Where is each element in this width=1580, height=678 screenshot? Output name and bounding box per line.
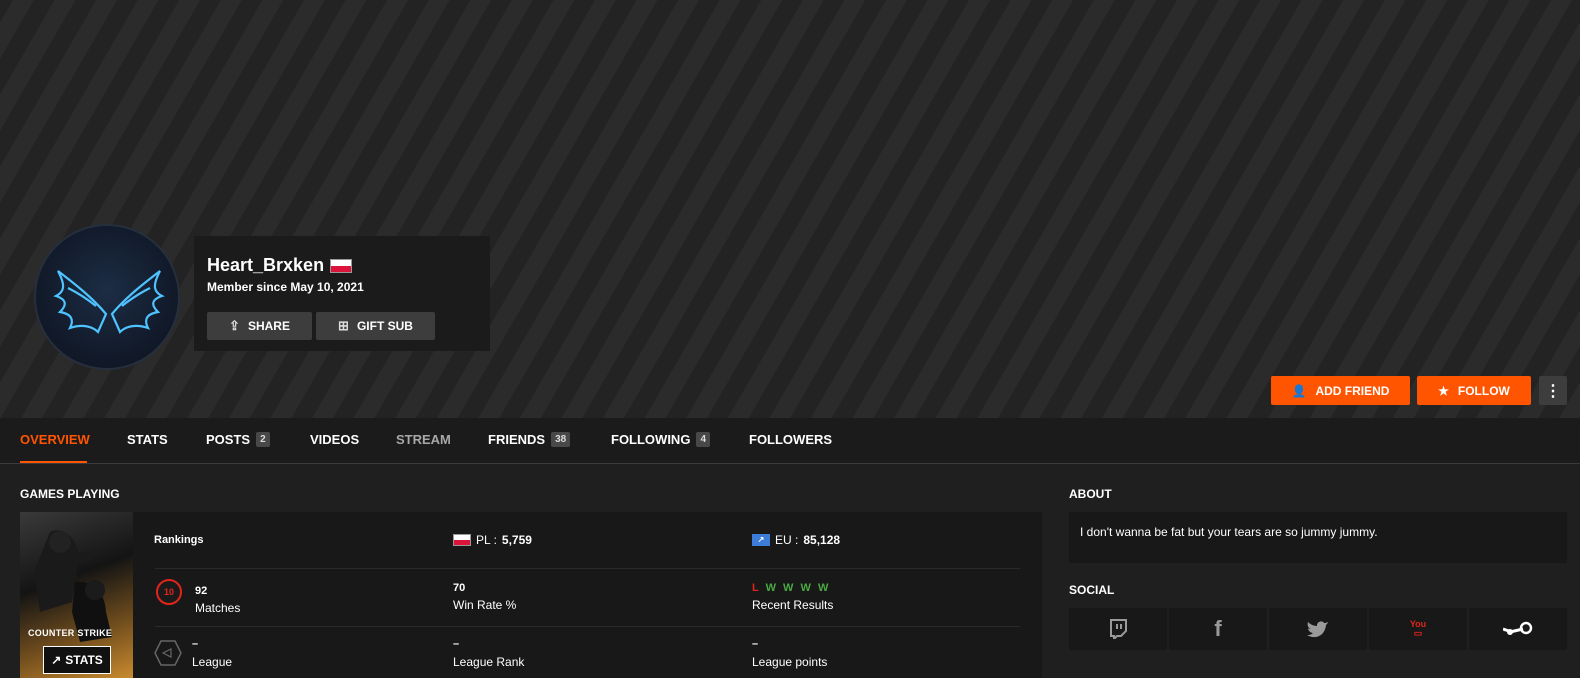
recent-results-label: Recent Results <box>752 598 834 612</box>
matches-value: 92 <box>195 585 208 597</box>
member-since: Member since May 10, 2021 <box>207 280 364 294</box>
social-title: SOCIAL <box>1069 583 1115 597</box>
region-label: PL : <box>476 533 497 547</box>
steam-icon <box>1503 621 1533 635</box>
share-button[interactable]: ⇪ SHARE <box>207 312 312 340</box>
username: Heart_Brxken <box>207 255 325 275</box>
tab-overview[interactable]: OVERVIEW <box>20 432 90 447</box>
social-links: f You ▭ <box>1069 608 1567 650</box>
follow-button[interactable]: ★ FOLLOW <box>1417 376 1531 405</box>
game-cover[interactable]: COUNTER STRIKE ↗ STATS <box>20 512 133 678</box>
chart-icon: ↗ <box>51 653 62 667</box>
league-points-label: League points <box>752 655 828 669</box>
about-text: I don't wanna be fat but your tears are … <box>1080 525 1378 539</box>
poland-flag-icon <box>453 534 471 546</box>
skill-level-value: 10 <box>163 587 174 597</box>
steam-link[interactable] <box>1469 608 1567 650</box>
profile-tabs: OVERVIEW STATS POSTS 2 VIDEOS STREAM FRI… <box>0 418 1580 464</box>
twitter-link[interactable] <box>1269 608 1369 650</box>
country-ranking[interactable]: PL : 5,759 <box>453 533 532 547</box>
tab-videos[interactable]: VIDEOS <box>310 432 359 447</box>
tab-label: FOLLOWERS <box>749 432 833 447</box>
tab-label: OVERVIEW <box>20 432 90 447</box>
league-value: – <box>192 638 199 650</box>
tab-stream[interactable]: STREAM <box>396 432 451 447</box>
region-rank: 5,759 <box>501 533 532 547</box>
recent-results: L W W W W <box>752 582 830 594</box>
more-icon: ⋮ <box>1545 382 1561 400</box>
league-rank-value: – <box>453 638 460 650</box>
twitch-icon <box>1110 619 1127 639</box>
about-title: ABOUT <box>1069 487 1112 501</box>
tab-label: STREAM <box>396 432 451 447</box>
matches-label: Matches <box>195 601 241 615</box>
league-label: League <box>192 655 233 669</box>
result-loss: L <box>752 582 761 594</box>
stats-label: STATS <box>65 653 103 667</box>
games-playing-title: GAMES PLAYING <box>20 487 120 501</box>
tab-stats[interactable]: STATS <box>127 432 168 447</box>
following-count-badge: 4 <box>696 432 710 447</box>
about-box: I don't wanna be fat but your tears are … <box>1069 512 1567 563</box>
game-card-csgo: COUNTER STRIKE ↗ STATS Rankings PL : 5,7… <box>20 512 1042 678</box>
friends-count-badge: 38 <box>551 432 571 447</box>
eu-rank: 85,128 <box>803 533 841 547</box>
tab-label: STATS <box>127 432 168 447</box>
avatar <box>34 224 180 370</box>
wings-icon <box>53 270 165 334</box>
profile-info-card: Heart_Brxken Member since May 10, 2021 ⇪… <box>194 236 490 351</box>
tab-followers[interactable]: FOLLOWERS <box>749 432 832 447</box>
game-stats-button[interactable]: ↗ STATS <box>43 646 111 674</box>
youtube-icon: You ▭ <box>1409 619 1427 638</box>
result-win: W <box>817 582 831 594</box>
share-icon: ⇪ <box>229 318 240 333</box>
share-label: SHARE <box>247 319 290 333</box>
posts-count-badge: 2 <box>256 432 270 447</box>
tab-label: FOLLOWING <box>611 432 691 447</box>
gift-sub-button[interactable]: ⊞ GIFT SUB <box>316 312 435 340</box>
follow-label: FOLLOW <box>1457 383 1510 398</box>
twitch-link[interactable] <box>1069 608 1169 650</box>
twitter-icon <box>1307 621 1328 638</box>
result-win: W <box>765 582 778 594</box>
winrate-label: Win Rate % <box>453 598 517 612</box>
league-rank-label: League Rank <box>453 655 525 669</box>
youtube-link[interactable]: You ▭ <box>1369 608 1469 650</box>
add-user-icon: 👤 <box>1291 383 1307 398</box>
eu-region-icon: ↗ <box>752 534 770 546</box>
row-divider <box>155 626 1020 627</box>
username-heading: Heart_Brxken <box>207 255 353 276</box>
more-options-button[interactable]: ⋮ <box>1539 376 1567 405</box>
tab-label: VIDEOS <box>310 432 360 447</box>
skill-level-icon: 10 <box>156 579 182 605</box>
active-tab-indicator <box>20 461 87 463</box>
result-win: W <box>800 582 813 594</box>
league-hexagon-icon <box>154 640 182 666</box>
tab-following[interactable]: FOLLOWING 4 <box>611 432 710 447</box>
add-friend-button[interactable]: 👤 ADD FRIEND <box>1271 376 1410 405</box>
winrate-value: 70 <box>453 582 466 594</box>
tab-friends[interactable]: FRIENDS 38 <box>488 432 571 447</box>
tab-posts[interactable]: POSTS 2 <box>206 432 270 447</box>
add-friend-label: ADD FRIEND <box>1315 383 1390 398</box>
cover-title: COUNTER STRIKE <box>28 628 113 638</box>
facebook-link[interactable]: f <box>1169 608 1269 650</box>
tab-label: POSTS <box>206 432 251 447</box>
league-points-value: – <box>752 638 759 650</box>
profile-banner <box>0 0 1580 418</box>
poland-flag-icon <box>330 258 353 273</box>
star-icon: ★ <box>1438 383 1449 398</box>
facebook-icon: f <box>1214 616 1222 641</box>
eu-label: EU : <box>775 533 799 547</box>
gift-icon: ⊞ <box>338 318 349 333</box>
rankings-label: Rankings <box>154 534 204 546</box>
result-win: W <box>783 582 796 594</box>
gift-sub-label: GIFT SUB <box>356 319 413 333</box>
row-divider <box>155 568 1020 569</box>
eu-ranking[interactable]: ↗ EU : 85,128 <box>752 533 840 547</box>
tab-label: FRIENDS <box>488 432 546 447</box>
